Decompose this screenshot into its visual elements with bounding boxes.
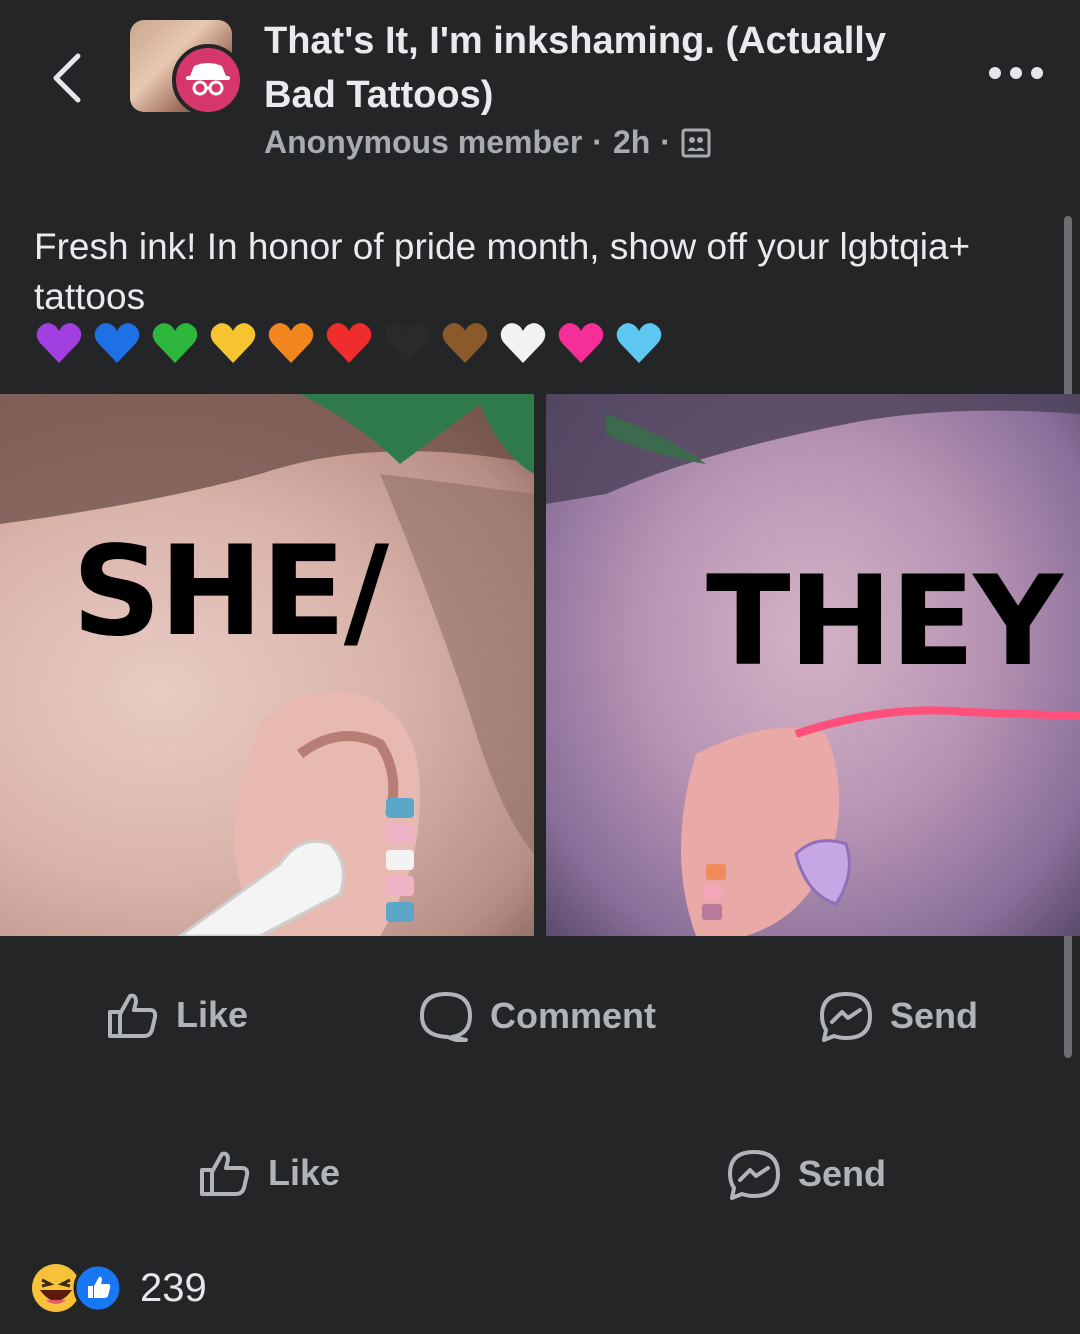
- post-time[interactable]: 2h: [613, 124, 650, 161]
- meta-separator: ·: [592, 124, 603, 160]
- post-photo-right[interactable]: THEY: [546, 394, 1080, 936]
- comment-label: Comment: [490, 995, 657, 1036]
- tattoo-word-right: THEY: [706, 550, 1064, 694]
- haha-reaction-icon: [32, 1264, 80, 1312]
- members-audience-icon[interactable]: [681, 127, 711, 159]
- send-button-secondary[interactable]: Send: [726, 1148, 886, 1200]
- more-dots-icon: [989, 67, 1043, 79]
- heart-emoji-icon: [558, 323, 604, 363]
- post-meta: Anonymous member · 2h ·: [264, 124, 711, 161]
- author-name[interactable]: Anonymous member: [264, 124, 582, 161]
- heart-emoji-icon: [384, 323, 430, 363]
- send-label: Send: [890, 995, 979, 1036]
- heart-emoji-row: [34, 318, 664, 368]
- like-label-secondary: Like: [268, 1152, 341, 1193]
- messenger-icon: [728, 1150, 780, 1200]
- back-button[interactable]: [44, 48, 92, 108]
- heart-emoji-icon: [210, 323, 256, 363]
- heart-emoji-icon: [152, 323, 198, 363]
- heart-emoji-icon: [268, 323, 314, 363]
- tattoo-word-left: SHE/: [72, 520, 390, 664]
- heart-emoji-icon: [94, 323, 140, 363]
- heart-emoji-icon: [36, 323, 82, 363]
- comment-button[interactable]: Comment: [418, 990, 656, 1042]
- like-button-secondary[interactable]: Like: [198, 1148, 340, 1198]
- messenger-icon: [820, 992, 872, 1042]
- more-options-button[interactable]: [986, 62, 1046, 84]
- group-name[interactable]: That's It, I'm inkshaming. (Actually Bad…: [264, 14, 904, 122]
- anonymous-icon: [172, 44, 244, 116]
- heart-emoji-icon: [616, 323, 662, 363]
- chevron-left-icon: [53, 53, 81, 103]
- like-button[interactable]: Like: [106, 990, 248, 1040]
- post-photo-left[interactable]: SHE/: [0, 394, 534, 936]
- heart-emoji-icon: [500, 323, 546, 363]
- reaction-summary[interactable]: 239: [30, 1262, 207, 1314]
- meta-separator-2: ·: [660, 124, 671, 160]
- thumbs-up-icon: [200, 1151, 250, 1196]
- send-button[interactable]: Send: [818, 990, 978, 1042]
- comment-bubble-icon: [420, 992, 472, 1042]
- reaction-count: 239: [140, 1265, 207, 1310]
- like-reaction-icon: [73, 1263, 123, 1313]
- post-body: Fresh ink! In honor of pride month, show…: [34, 226, 971, 317]
- heart-emoji-icon: [326, 323, 372, 363]
- like-label: Like: [176, 994, 249, 1035]
- heart-emoji-icon: [442, 323, 488, 363]
- send-label-secondary: Send: [798, 1153, 887, 1194]
- thumbs-up-icon: [108, 993, 158, 1038]
